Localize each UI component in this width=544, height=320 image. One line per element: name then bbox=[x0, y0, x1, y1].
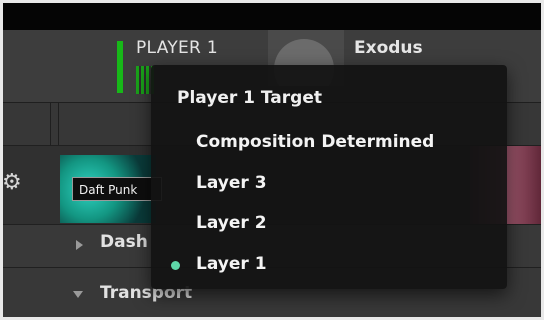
menu-item-composition-determined[interactable]: Composition Determined bbox=[196, 132, 434, 152]
gear-icon[interactable]: ⚙ bbox=[2, 172, 22, 194]
collapse-arrow-icon[interactable] bbox=[73, 291, 83, 298]
menu-title: Player 1 Target bbox=[177, 88, 322, 108]
deck-name[interactable]: Exodus bbox=[354, 38, 423, 58]
group-label-dashboard[interactable]: Dash bbox=[100, 232, 148, 252]
expand-arrow-icon[interactable] bbox=[76, 240, 83, 250]
selected-dot-icon bbox=[171, 261, 180, 270]
clip-name-field[interactable]: Daft Punk bbox=[72, 177, 162, 201]
top-bar bbox=[0, 0, 544, 30]
player-label[interactable]: PLAYER 1 bbox=[136, 38, 218, 58]
column-divider bbox=[58, 103, 59, 145]
menu-item-layer-1[interactable]: Layer 1 bbox=[196, 254, 267, 274]
player-target-menu: Player 1 Target Composition Determined L… bbox=[151, 65, 507, 289]
menu-item-layer-2[interactable]: Layer 2 bbox=[196, 213, 267, 233]
menu-item-layer-3[interactable]: Layer 3 bbox=[196, 173, 267, 193]
level-meter bbox=[117, 41, 123, 93]
